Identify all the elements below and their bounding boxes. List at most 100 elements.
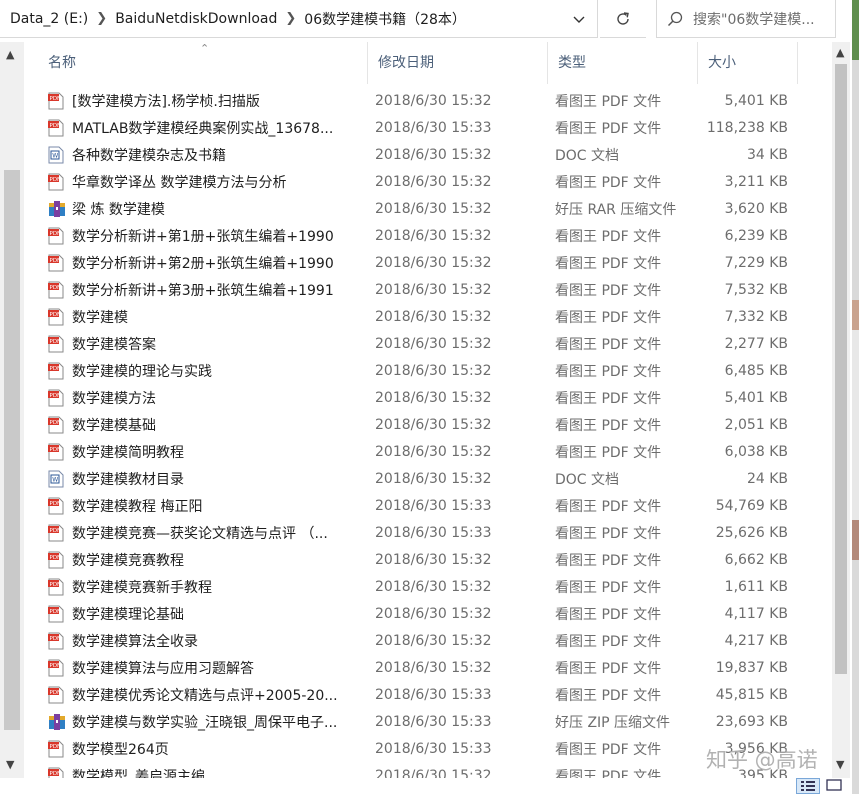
file-name-cell[interactable]: PDF 数学模型264页 <box>48 739 368 759</box>
search-input[interactable]: 搜索"06数学建模... <box>656 0 836 38</box>
scroll-up-icon[interactable]: ▲ <box>836 46 844 59</box>
file-name[interactable]: 数学分析新讲+第3册+张筑生编着+1991 <box>72 280 334 300</box>
file-name[interactable]: 各种数学建模杂志及书籍 <box>72 145 226 165</box>
file-name[interactable]: 数学分析新讲+第2册+张筑生编着+1990 <box>72 253 334 273</box>
file-row[interactable]: PDF 数学建模简明教程 2018/6/30 15:32 看图王 PDF 文件 6,03… <box>48 438 818 465</box>
file-row[interactable]: PDF 数学建模算法全收录 2018/6/30 15:32 看图王 PDF 文件 4,2… <box>48 627 818 654</box>
chevron-right-icon[interactable]: ❯ <box>285 11 296 26</box>
file-row[interactable]: PDF 数学建模竞赛新手教程 2018/6/30 15:32 看图王 PDF 文件 1,… <box>48 573 818 600</box>
file-name-cell[interactable]: PDF 数学建模理论基础 <box>48 604 368 624</box>
file-row[interactable]: PDF 数学分析新讲+第1册+张筑生编着+1990 2018/6/30 15:32 看… <box>48 222 818 249</box>
file-row[interactable]: PDF 数学建模教程 梅正阳 2018/6/30 15:33 看图王 PDF 文件 54… <box>48 492 818 519</box>
file-row[interactable]: PDF 数学分析新讲+第2册+张筑生编着+1990 2018/6/30 15:32 看… <box>48 249 818 276</box>
file-name[interactable]: 数学建模教程 梅正阳 <box>72 496 202 516</box>
chevron-right-icon[interactable]: ❯ <box>96 11 107 26</box>
column-date-modified[interactable]: 修改日期 <box>368 42 548 84</box>
file-name-cell[interactable]: PDF 数学建模竞赛教程 <box>48 550 368 570</box>
file-list-scrollbar[interactable]: ▲ ▼ <box>832 42 850 778</box>
file-name-cell[interactable]: PDF 数学建模基础 <box>48 415 368 435</box>
file-name-cell[interactable]: PDF 数学建模竞赛—获奖论文精选与点评 （... <box>48 523 368 543</box>
file-name-cell[interactable]: W 数学建模教材目录 <box>48 469 368 489</box>
file-row[interactable]: PDF 数学模型264页 2018/6/30 15:33 看图王 PDF 文件 3,95… <box>48 735 818 762</box>
file-name-cell[interactable]: PDF 数学建模教程 梅正阳 <box>48 496 368 516</box>
file-name-cell[interactable]: PDF 数学建模优秀论文精选与点评+2005-20... <box>48 685 368 705</box>
file-row[interactable]: PDF 数学建模基础 2018/6/30 15:32 看图王 PDF 文件 2,051 … <box>48 411 818 438</box>
file-name[interactable]: 数学建模 <box>72 307 128 327</box>
file-name[interactable]: 数学建模简明教程 <box>72 442 184 462</box>
file-name[interactable]: 数学建模的理论与实践 <box>72 361 212 381</box>
file-row[interactable]: PDF 数学建模 2018/6/30 15:32 看图王 PDF 文件 7,332 KB <box>48 303 818 330</box>
breadcrumb-downloads[interactable]: BaiduNetdiskDownload <box>115 11 277 27</box>
scroll-down-icon[interactable]: ▼ <box>836 758 844 771</box>
file-name[interactable]: 数学建模算法全收录 <box>72 631 198 651</box>
file-name-cell[interactable]: PDF 数学分析新讲+第2册+张筑生编着+1990 <box>48 253 368 273</box>
breadcrumb-drive[interactable]: Data_2 (E:) <box>10 11 88 27</box>
file-name-cell[interactable]: PDF 数学建模 <box>48 307 368 327</box>
file-row[interactable]: PDF 数学模型_姜启源主编 2018/6/30 15:32 看图王 PDF 文件 39… <box>48 762 818 778</box>
file-row[interactable]: 数学建模与数学实验_汪晓银_周保平电子... 2018/6/30 15:33 好压 … <box>48 708 818 735</box>
file-name[interactable]: 数学建模算法与应用习题解答 <box>72 658 254 678</box>
file-name-cell[interactable]: 数学建模与数学实验_汪晓银_周保平电子... <box>48 712 368 732</box>
file-row[interactable]: PDF 数学建模理论基础 2018/6/30 15:32 看图王 PDF 文件 4,11… <box>48 600 818 627</box>
file-name-cell[interactable]: PDF 数学模型_姜启源主编 <box>48 766 368 779</box>
address-history-dropdown[interactable] <box>566 8 592 32</box>
file-name-cell[interactable]: PDF 数学建模算法全收录 <box>48 631 368 651</box>
file-row[interactable]: PDF 数学建模的理论与实践 2018/6/30 15:32 看图王 PDF 文件 6,… <box>48 357 818 384</box>
file-name-cell[interactable]: PDF [数学建模方法].杨学桢.扫描版 <box>48 91 368 111</box>
file-row[interactable]: PDF 数学建模算法与应用习题解答 2018/6/30 15:32 看图王 PDF 文… <box>48 654 818 681</box>
file-row[interactable]: PDF [数学建模方法].杨学桢.扫描版 2018/6/30 15:32 看图王 PD… <box>48 87 818 114</box>
scroll-down-icon[interactable]: ▼ <box>6 758 14 771</box>
file-row[interactable]: PDF 数学建模方法 2018/6/30 15:32 看图王 PDF 文件 5,401 … <box>48 384 818 411</box>
scroll-up-icon[interactable]: ▲ <box>6 48 14 61</box>
file-name[interactable]: 数学建模基础 <box>72 415 156 435</box>
file-name[interactable]: 数学建模竞赛教程 <box>72 550 184 570</box>
file-name-cell[interactable]: PDF 华章数学译丛 数学建模方法与分析 <box>48 172 368 192</box>
file-name[interactable]: 数学建模教材目录 <box>72 469 184 489</box>
file-row[interactable]: 梁 炼 数学建模 2018/6/30 15:32 好压 RAR 压缩文件 3,620 … <box>48 195 818 222</box>
file-name[interactable]: [数学建模方法].杨学桢.扫描版 <box>72 91 260 111</box>
file-name-cell[interactable]: W 各种数学建模杂志及书籍 <box>48 145 368 165</box>
file-name[interactable]: 华章数学译丛 数学建模方法与分析 <box>72 172 286 192</box>
refresh-button[interactable] <box>600 0 646 38</box>
breadcrumb[interactable]: Data_2 (E:) ❯ BaiduNetdiskDownload ❯ 06数… <box>0 0 598 38</box>
large-icons-view-button[interactable] <box>824 778 846 794</box>
file-name[interactable]: 数学建模与数学实验_汪晓银_周保平电子... <box>72 712 337 732</box>
file-name-cell[interactable]: PDF MATLAB数学建模经典案例实战_13678... <box>48 118 368 138</box>
file-row[interactable]: PDF MATLAB数学建模经典案例实战_13678... 2018/6/30 15… <box>48 114 818 141</box>
details-view-button[interactable] <box>796 778 820 794</box>
file-row[interactable]: W 各种数学建模杂志及书籍 2018/6/30 15:32 DOC 文档 34 KB <box>48 141 818 168</box>
file-name-cell[interactable]: PDF 数学建模简明教程 <box>48 442 368 462</box>
file-name-cell[interactable]: PDF 数学分析新讲+第3册+张筑生编着+1991 <box>48 280 368 300</box>
file-row[interactable]: PDF 华章数学译丛 数学建模方法与分析 2018/6/30 15:32 看图王 PD… <box>48 168 818 195</box>
column-size[interactable]: 大小 <box>698 42 798 84</box>
file-name-cell[interactable]: PDF 数学建模的理论与实践 <box>48 361 368 381</box>
file-row[interactable]: PDF 数学建模竞赛教程 2018/6/30 15:32 看图王 PDF 文件 6,66… <box>48 546 818 573</box>
scrollbar-thumb[interactable] <box>835 64 847 674</box>
breadcrumb-current-folder[interactable]: 06数学建模书籍（28本） <box>304 9 466 29</box>
file-name-cell[interactable]: PDF 数学建模算法与应用习题解答 <box>48 658 368 678</box>
file-row[interactable]: PDF 数学建模竞赛—获奖论文精选与点评 （... 2018/6/30 15:33 看… <box>48 519 818 546</box>
file-name[interactable]: 数学模型_姜启源主编 <box>72 766 205 779</box>
file-name-cell[interactable]: PDF 数学建模竞赛新手教程 <box>48 577 368 597</box>
file-name[interactable]: 数学建模答案 <box>72 334 156 354</box>
nav-pane-scrollbar[interactable]: ▲ ▼ <box>0 42 24 778</box>
file-name[interactable]: 数学建模优秀论文精选与点评+2005-20... <box>72 685 338 705</box>
file-name[interactable]: MATLAB数学建模经典案例实战_13678... <box>72 118 333 138</box>
file-name[interactable]: 梁 炼 数学建模 <box>72 199 165 219</box>
file-row[interactable]: PDF 数学建模优秀论文精选与点评+2005-20... 2018/6/30 15:… <box>48 681 818 708</box>
file-name[interactable]: 数学模型264页 <box>72 739 169 759</box>
file-row[interactable]: PDF 数学分析新讲+第3册+张筑生编着+1991 2018/6/30 15:32 看… <box>48 276 818 303</box>
file-row[interactable]: W 数学建模教材目录 2018/6/30 15:32 DOC 文档 24 KB <box>48 465 818 492</box>
file-name-cell[interactable]: PDF 数学建模方法 <box>48 388 368 408</box>
scrollbar-thumb[interactable] <box>4 170 20 730</box>
file-name-cell[interactable]: 梁 炼 数学建模 <box>48 199 368 219</box>
file-name-cell[interactable]: PDF 数学建模答案 <box>48 334 368 354</box>
column-type[interactable]: 类型 <box>548 42 698 84</box>
file-name[interactable]: 数学建模理论基础 <box>72 604 184 624</box>
file-name[interactable]: 数学建模方法 <box>72 388 156 408</box>
file-name[interactable]: 数学分析新讲+第1册+张筑生编着+1990 <box>72 226 334 246</box>
file-name[interactable]: 数学建模竞赛新手教程 <box>72 577 212 597</box>
file-row[interactable]: PDF 数学建模答案 2018/6/30 15:32 看图王 PDF 文件 2,277 … <box>48 330 818 357</box>
file-name-cell[interactable]: PDF 数学分析新讲+第1册+张筑生编着+1990 <box>48 226 368 246</box>
column-name[interactable]: 名称 <box>38 42 368 84</box>
